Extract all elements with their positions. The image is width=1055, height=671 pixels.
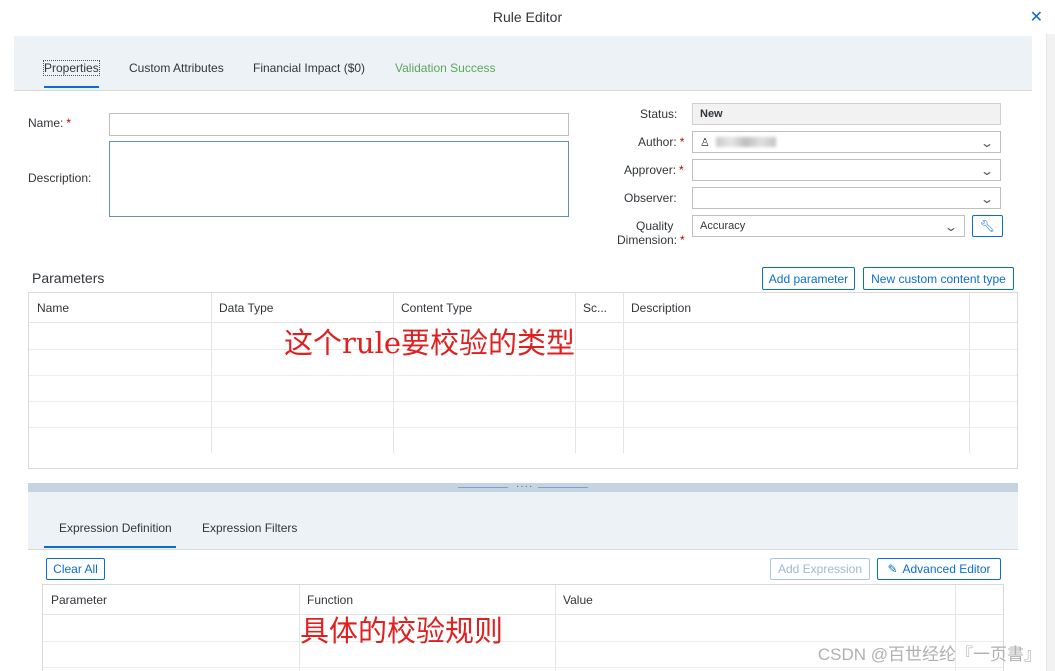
quality-dimension-settings-button[interactable]: 🔧︎ [972,215,1003,237]
column-header-description[interactable]: Description [623,293,969,323]
expression-annotation: 具体的校验规则 [300,614,504,648]
quality-dimension-select[interactable]: Accuracy ⌄ [692,215,965,237]
chevron-down-icon: ⌄ [979,136,995,150]
column-header-data-type[interactable]: Data Type [211,293,393,323]
watermark: CSDN @百世经纶『一页書』 [817,645,1041,664]
add-expression-button[interactable]: Add Expression [770,558,870,580]
grip-icon: ···· [516,481,534,492]
column-divider [575,293,576,453]
tab-expression-filters[interactable]: Expression Filters [202,521,297,535]
table-row [29,375,1017,376]
tab-custom-attributes[interactable]: Custom Attributes [129,61,224,75]
column-divider [211,293,212,453]
tab-properties[interactable]: Properties [43,60,100,88]
parameters-table-header: Name Data Type Content Type Sc... Descri… [29,293,1017,323]
quality-label-line1: Quality [636,219,674,233]
parameters-table: Name Data Type Content Type Sc... Descri… [28,292,1018,469]
status-value: New [692,103,1001,125]
column-divider [555,585,556,671]
column-divider [969,293,970,453]
parameters-annotation: 这个rule要校验的类型 [284,326,575,360]
author-select[interactable]: ♙ ⌄ [692,131,1001,153]
scroll-edge [1046,34,1055,671]
advanced-editor-button[interactable]: ✎ Advanced Editor [877,558,1001,580]
column-divider [623,293,624,453]
chevron-down-icon: ⌄ [979,164,995,178]
close-icon[interactable]: ✕ [1030,7,1043,27]
column-header-value[interactable]: Value [555,585,955,615]
column-header-name[interactable]: Name [29,293,211,323]
table-row [43,667,1003,668]
dialog-title-bar: Rule Editor [0,0,1055,34]
observer-label: Observer: [624,191,677,205]
clear-all-button[interactable]: Clear All [46,558,105,580]
new-custom-content-type-button[interactable]: New custom content type [863,267,1014,290]
approver-select[interactable]: ⌄ [692,159,1001,181]
quality-dimension-value: Accuracy [700,220,746,232]
required-mark: * [66,116,72,130]
name-input[interactable] [109,113,569,136]
chevron-down-icon: ⌄ [943,220,959,234]
wrench-icon: 🔧︎ [979,219,996,233]
tab-validation-success[interactable]: Validation Success [395,61,496,75]
tab-financial-impact[interactable]: Financial Impact ($0) [253,61,365,75]
expression-table-header: Parameter Function Value [43,585,1003,615]
person-icon: ♙ [700,136,710,149]
splitter-line [458,487,508,488]
chevron-down-icon: ⌄ [979,192,995,206]
parameters-title: Parameters [32,270,105,286]
approver-label: Approver: * [624,163,684,177]
pane-splitter[interactable]: ···· [28,481,1018,492]
advanced-editor-label: Advanced Editor [902,562,991,576]
splitter-line [538,487,588,488]
column-divider [393,293,394,453]
pencil-icon: ✎ [887,562,898,576]
description-textarea[interactable] [109,141,569,217]
properties-tab-strip: Properties Custom Attributes Financial I… [14,36,1032,91]
table-row [29,401,1017,402]
redacted-author-name [715,137,776,147]
name-label: Name: * [28,116,72,130]
add-parameter-button[interactable]: Add parameter [762,267,855,290]
column-header-parameter[interactable]: Parameter [43,585,299,615]
tab-expression-definition[interactable]: Expression Definition [44,521,176,548]
dialog-title: Rule Editor [492,9,563,25]
quality-label-line2: Dimension: * [617,233,685,247]
column-header-scope[interactable]: Sc... [575,293,623,323]
expression-tab-strip: Expression Definition Expression Filters [28,492,1018,550]
author-label: Author: * [638,135,685,149]
column-header-content-type[interactable]: Content Type [393,293,575,323]
description-label: Description: [28,171,92,185]
status-label: Status: [640,107,678,121]
table-row [29,427,1017,428]
observer-select[interactable]: ⌄ [692,187,1001,209]
